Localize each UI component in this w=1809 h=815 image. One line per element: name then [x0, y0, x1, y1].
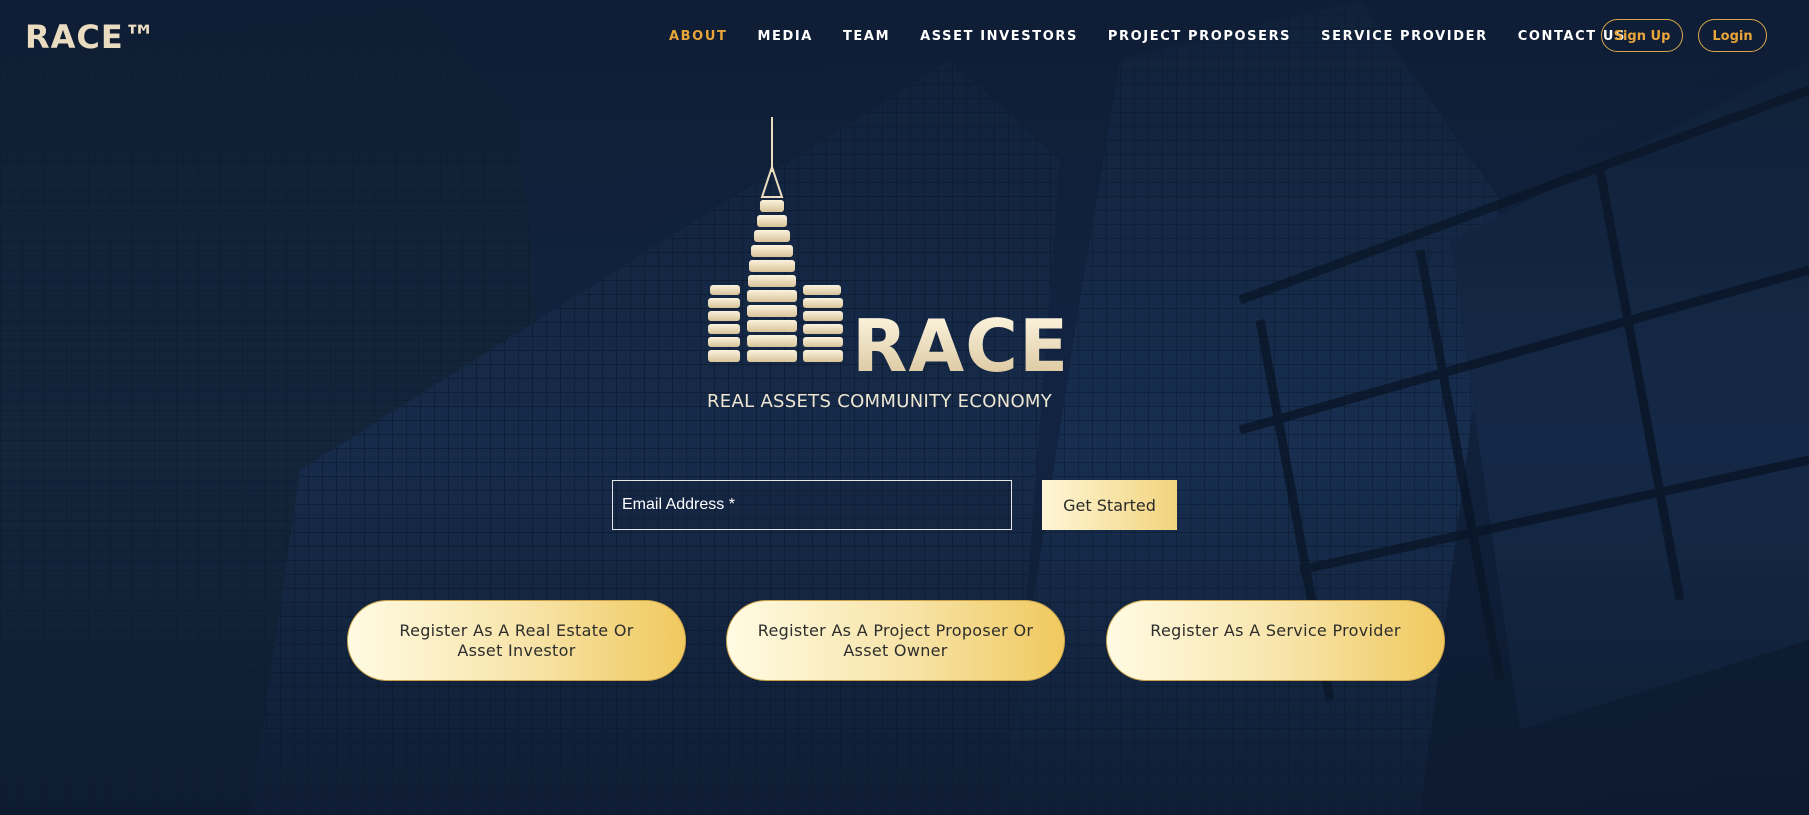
main-nav: ABOUT MEDIA TEAM ASSET INVESTORS PROJECT… — [669, 27, 1656, 47]
nav-item-asset-investors[interactable]: ASSET INVESTORS — [920, 27, 1078, 47]
register-service-provider-button[interactable]: Register As A Service Provider — [1106, 600, 1445, 681]
nav-item-media[interactable]: MEDIA — [757, 27, 813, 47]
hero-wordmark: RACE — [852, 304, 1070, 388]
nav-item-about[interactable]: ABOUT — [669, 27, 727, 47]
sign-up-button[interactable]: Sign Up — [1601, 19, 1683, 52]
hero-tagline: REAL ASSETS COMMUNITY ECONOMY — [707, 391, 1053, 412]
email-address-input[interactable] — [612, 480, 1012, 530]
brand-logo[interactable]: RACE™ — [25, 18, 157, 56]
register-proposer-button[interactable]: Register As A Project Proposer Or Asset … — [726, 600, 1065, 681]
nav-item-team[interactable]: TEAM — [843, 27, 890, 47]
nav-item-service-provider[interactable]: SERVICE PROVIDER — [1321, 27, 1488, 47]
get-started-button[interactable]: Get Started — [1042, 480, 1177, 530]
login-button[interactable]: Login — [1698, 19, 1767, 52]
top-navigation-bar: RACE™ ABOUT MEDIA TEAM ASSET INVESTORS P… — [0, 0, 1809, 72]
nav-item-project-proposers[interactable]: PROJECT PROPOSERS — [1108, 27, 1291, 47]
register-investor-button[interactable]: Register As A Real Estate Or Asset Inves… — [347, 600, 686, 681]
